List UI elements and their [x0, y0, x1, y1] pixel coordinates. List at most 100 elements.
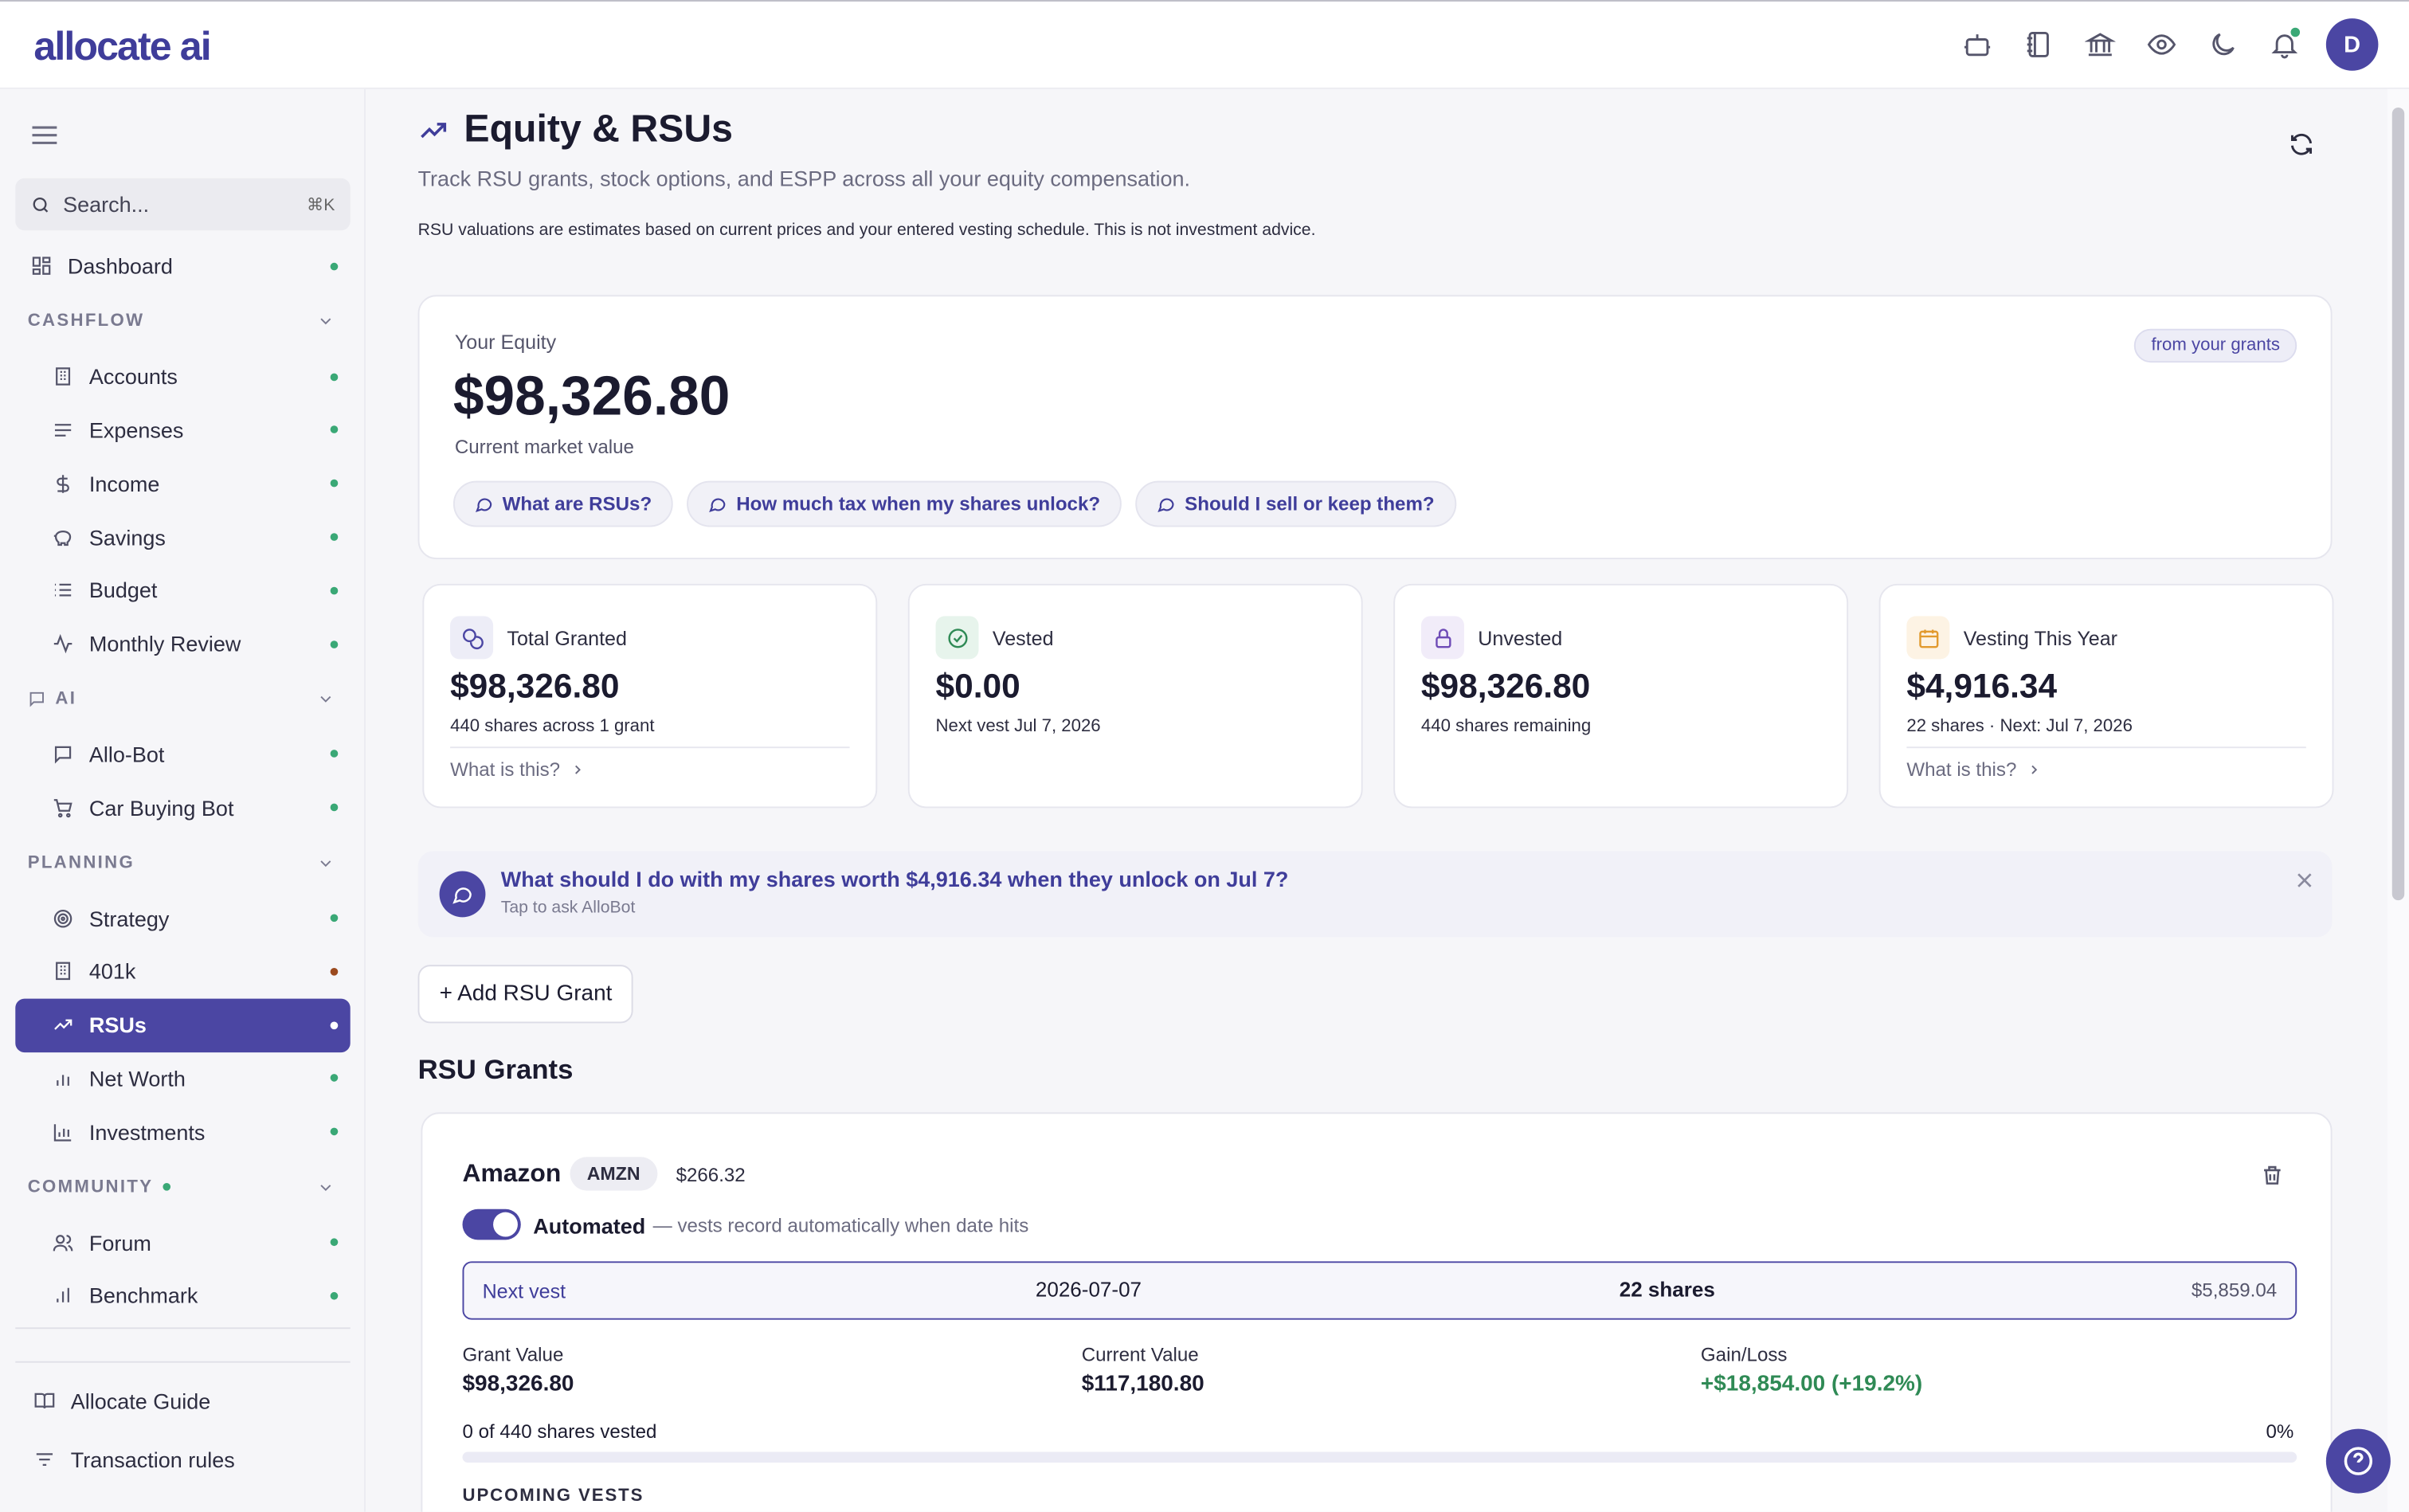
chevron-right-icon: [2031, 765, 2037, 774]
sidebar-item-income[interactable]: Income: [15, 457, 350, 511]
stat-title: Unvested: [1478, 625, 1563, 649]
status-dot: [330, 640, 339, 648]
dollar-icon: [53, 473, 74, 495]
scrollbar[interactable]: [2387, 88, 2409, 1512]
equity-label: Your Equity: [454, 330, 557, 354]
section-label: AI: [55, 690, 77, 709]
lock-icon: [1420, 616, 1464, 660]
refresh-icon[interactable]: [2288, 131, 2316, 159]
bell-icon[interactable]: [2265, 25, 2305, 65]
sidebar-item-investments[interactable]: Investments: [15, 1105, 350, 1158]
section-ai[interactable]: AI: [15, 671, 350, 727]
chevron-right-icon: [574, 765, 581, 774]
scrollbar-thumb[interactable]: [2391, 107, 2405, 901]
section-planning[interactable]: PLANNING: [15, 835, 350, 891]
chart-icon: [53, 1121, 74, 1142]
section-cashflow[interactable]: CASHFLOW: [15, 293, 350, 350]
chat-bubble-icon: [475, 498, 492, 512]
avatar[interactable]: D: [2325, 18, 2379, 71]
sidebar-item-allo-bot[interactable]: Allo-Bot: [15, 727, 350, 781]
stat-subtext: 440 shares across 1 grant: [450, 717, 655, 736]
sidebar-item-monthly-review[interactable]: Monthly Review: [15, 617, 350, 671]
next-vest-shares: 22 shares: [1619, 1278, 1715, 1302]
section-label: CASHFLOW: [27, 312, 145, 331]
sidebar-item-label: Budget: [88, 578, 158, 603]
status-dot: [330, 426, 339, 434]
notebook-icon[interactable]: [2019, 25, 2058, 65]
chip-what-are-rsus[interactable]: What are RSUs?: [452, 480, 674, 527]
sidebar-item-benchmark[interactable]: Benchmark: [15, 1269, 350, 1322]
allocate-guide-link[interactable]: Allocate Guide: [33, 1389, 210, 1413]
status-dot: [330, 373, 339, 381]
stat-subtext: 22 shares · Next: Jul 7, 2026: [1906, 717, 2133, 736]
users-icon: [53, 1232, 74, 1253]
sidebar-item-net-worth[interactable]: Net Worth: [15, 1052, 350, 1105]
stat-title: Vesting This Year: [1963, 625, 2118, 649]
link-label: What is this?: [450, 758, 561, 781]
link-label: What is this?: [1906, 758, 2017, 781]
section-community[interactable]: COMMUNITY: [15, 1158, 350, 1215]
automated-toggle[interactable]: [462, 1208, 521, 1240]
dashboard-icon: [31, 256, 53, 277]
sidebar-item-expenses[interactable]: Expenses: [15, 403, 350, 456]
sidebar-item-savings[interactable]: Savings: [15, 511, 350, 564]
sidebar-item-car-buying-bot[interactable]: Car Buying Bot: [15, 781, 350, 834]
section-label: COMMUNITY: [27, 1177, 154, 1197]
sidebar-item-dashboard[interactable]: Dashboard: [15, 240, 350, 293]
main-content: Equity & RSUs Track RSU grants, stock op…: [366, 89, 2387, 1512]
sidebar-item-401k[interactable]: 401k: [15, 945, 350, 998]
search-input[interactable]: Search... ⌘K: [15, 178, 351, 231]
bank-icon[interactable]: [2080, 25, 2120, 65]
message-icon: [53, 743, 74, 765]
equity-value: $98,326.80: [452, 364, 731, 428]
search-placeholder: Search...: [63, 192, 150, 217]
add-rsu-grant-button[interactable]: + Add RSU Grant: [417, 965, 634, 1024]
transaction-rules-link[interactable]: Transaction rules: [33, 1447, 235, 1472]
sidebar-item-forum[interactable]: Forum: [15, 1216, 350, 1269]
transaction-rules-label: Transaction rules: [70, 1447, 235, 1472]
stat-header: Total Granted: [450, 616, 627, 660]
menu-icon[interactable]: [31, 123, 59, 147]
allobot-suggestion-banner[interactable]: What should I do with my shares worth $4…: [417, 851, 2333, 938]
current-value-label: Current Value: [1081, 1344, 1199, 1366]
what-is-this-link[interactable]: What is this?: [450, 759, 585, 781]
what-is-this-link[interactable]: What is this?: [1906, 759, 2041, 781]
status-dot: [330, 1020, 339, 1029]
page-subtitle: Track RSU grants, stock options, and ESP…: [417, 166, 1191, 191]
status-dot: [330, 262, 339, 271]
stat-card-unvested: Unvested $98,326.80 440 shares remaining: [1393, 583, 1849, 809]
sidebar-item-accounts[interactable]: Accounts: [15, 350, 350, 403]
chip-tax-question[interactable]: How much tax when my shares unlock?: [687, 480, 1122, 527]
trash-icon[interactable]: [2260, 1163, 2285, 1188]
bot-icon[interactable]: [1957, 25, 1997, 65]
stat-card-total-granted: Total Granted $98,326.80 440 shares acro…: [422, 583, 878, 809]
sidebar-item-label: Car Buying Bot: [88, 795, 234, 821]
stat-header: Vested: [935, 616, 1054, 660]
building-icon: [53, 366, 74, 387]
help-button[interactable]: [2325, 1428, 2391, 1494]
next-vest-row: Next vest 2026-07-07 22 shares $5,859.04: [462, 1261, 2297, 1320]
status-dot: [330, 1238, 339, 1247]
chip-sell-or-keep[interactable]: Should I sell or keep them?: [1135, 480, 1456, 527]
sidebar-divider: [15, 1327, 351, 1330]
sidebar-item-budget[interactable]: Budget: [15, 564, 350, 617]
top-bar: allocate ai D: [0, 0, 2409, 89]
ticker-badge: AMZN: [570, 1157, 657, 1191]
upcoming-vests-heading: UPCOMING VESTS: [462, 1487, 644, 1506]
sidebar-item-label: Monthly Review: [88, 631, 241, 656]
grant-value: $98,326.80: [462, 1372, 574, 1397]
cart-icon: [53, 797, 74, 818]
sidebar-item-rsus[interactable]: RSUs: [15, 998, 351, 1052]
app-logo[interactable]: allocate ai: [33, 23, 211, 71]
close-icon[interactable]: [2295, 870, 2313, 888]
bar-chart-icon: [53, 1067, 74, 1089]
next-vest-amount: $5,859.04: [2191, 1279, 2278, 1302]
eye-icon[interactable]: [2141, 25, 2181, 65]
notification-dot: [2290, 27, 2301, 37]
sidebar-item-label: Expenses: [88, 417, 184, 443]
sidebar-item-strategy[interactable]: Strategy: [15, 891, 350, 945]
current-value: $117,180.80: [1081, 1372, 1204, 1397]
divider: [450, 746, 850, 749]
moon-icon[interactable]: [2203, 25, 2243, 65]
sidebar-item-label: Accounts: [88, 364, 178, 390]
